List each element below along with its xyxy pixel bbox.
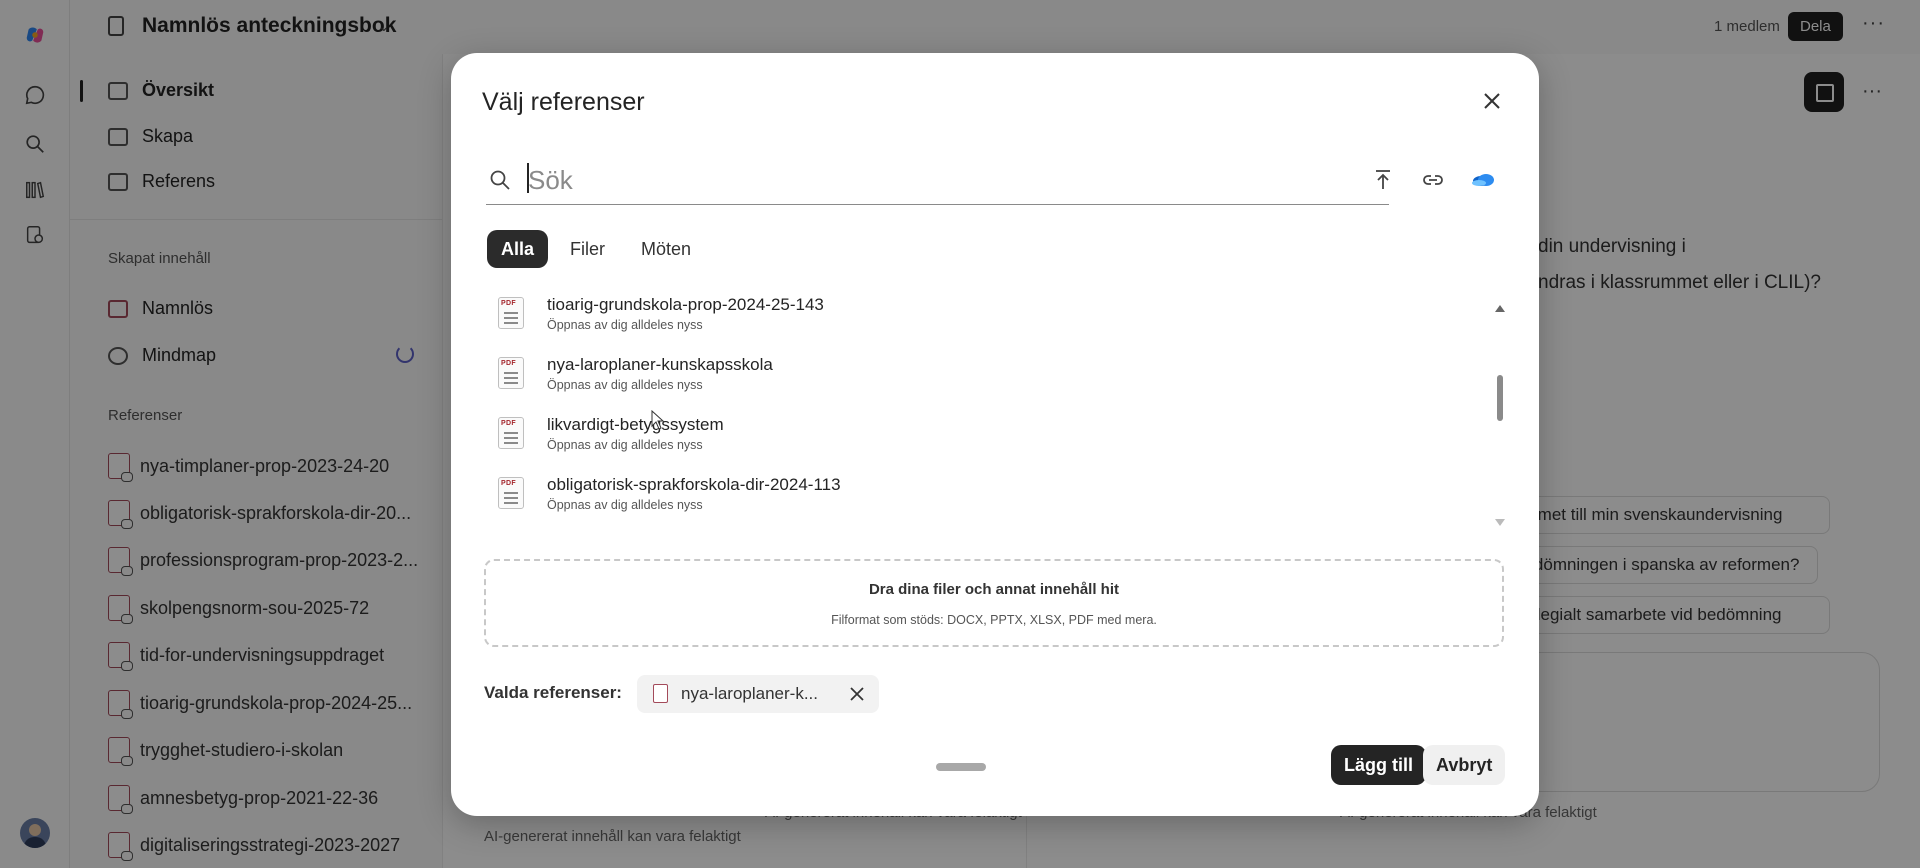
file-name: tioarig-grundskola-prop-2024-25-143: [547, 295, 824, 314]
filter-tabs: Alla Filer Möten: [487, 230, 705, 268]
dialog-title: Välj referenser: [482, 88, 645, 116]
cancel-button[interactable]: Avbryt: [1423, 745, 1506, 785]
link-icon[interactable]: [1416, 163, 1450, 197]
scroll-up-arrow-icon[interactable]: [1495, 305, 1505, 312]
file-row[interactable]: PDF obligatorisk-sprakforskola-dir-2024-…: [488, 473, 1448, 525]
upload-icon[interactable]: [1366, 163, 1400, 197]
mouse-cursor-icon: [651, 410, 665, 430]
file-row[interactable]: PDF tioarig-grundskola-prop-2024-25-143 …: [488, 293, 1448, 349]
search-field[interactable]: [486, 158, 1389, 205]
search-input[interactable]: [526, 160, 1366, 200]
select-references-dialog: Välj referenser Alla Filer Möten PDF tio…: [451, 53, 1539, 816]
search-icon: [490, 170, 510, 190]
file-name: nya-laroplaner-kunskapsskola: [547, 355, 773, 374]
tab-all[interactable]: Alla: [487, 230, 549, 268]
pdf-icon: PDF: [498, 417, 524, 449]
selected-reference-chip: nya-laroplaner-k...: [637, 675, 879, 713]
tab-files[interactable]: Filer: [556, 230, 619, 268]
file-row[interactable]: PDF nya-laroplaner-kunskapsskola Öppnas …: [488, 353, 1448, 409]
tab-meetings[interactable]: Möten: [627, 230, 705, 268]
dropzone-subtitle: Filformat som stöds: DOCX, PPTX, XLSX, P…: [831, 613, 1157, 627]
scrollbar-thumb[interactable]: [1497, 375, 1503, 421]
text-caret: [527, 163, 529, 193]
onedrive-icon[interactable]: [1466, 163, 1500, 197]
selected-reference-name: nya-laroplaner-k...: [681, 684, 819, 703]
file-dropzone[interactable]: Dra dina filer och annat innehåll hit Fi…: [484, 559, 1504, 647]
file-name: likvardigt-betygssystem: [547, 415, 724, 434]
close-icon[interactable]: [1478, 87, 1506, 115]
file-meta: Öppnas av dig alldeles nyss: [547, 498, 703, 512]
add-button[interactable]: Lägg till: [1331, 745, 1426, 785]
scroll-down-arrow-icon[interactable]: [1495, 519, 1505, 526]
dropzone-title: Dra dina filer och annat innehåll hit: [868, 581, 1120, 598]
selected-references-label: Valda referenser:: [484, 683, 622, 702]
drag-handle[interactable]: [936, 763, 986, 771]
pdf-icon: PDF: [498, 357, 524, 389]
file-meta: Öppnas av dig alldeles nyss: [547, 318, 703, 332]
file-row[interactable]: PDF likvardigt-betygssystem Öppnas av di…: [488, 413, 1448, 469]
remove-icon[interactable]: [847, 684, 867, 704]
file-meta: Öppnas av dig alldeles nyss: [547, 378, 703, 392]
file-list: PDF tioarig-grundskola-prop-2024-25-143 …: [488, 293, 1488, 525]
file-name: obligatorisk-sprakforskola-dir-2024-113: [547, 475, 841, 494]
pdf-icon: [653, 684, 668, 703]
pdf-icon: PDF: [498, 297, 524, 329]
pdf-icon: PDF: [498, 477, 524, 509]
file-meta: Öppnas av dig alldeles nyss: [547, 438, 703, 452]
